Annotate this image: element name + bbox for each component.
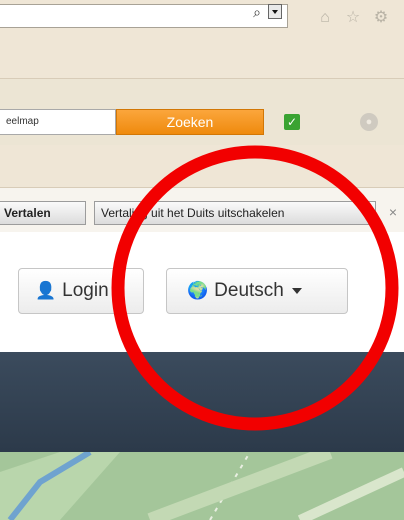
map-graphic (0, 452, 404, 520)
browser-address-row: ⌕ ⌂ ☆ ⚙ (0, 0, 404, 38)
star-icon[interactable]: ☆ (344, 9, 362, 27)
site-header: 👤 Login 🌍 Deutsch (0, 232, 404, 352)
browser-toolbar: eelmap Zoeken ✓ ● (0, 79, 404, 146)
hero-banner (0, 352, 404, 452)
translate-bar: Vertalen Vertaling uit het Duits uitscha… (0, 188, 404, 233)
home-icon[interactable]: ⌂ (316, 9, 334, 27)
globe-icon: 🌍 (187, 281, 209, 300)
login-button[interactable]: 👤 Login (18, 268, 144, 314)
close-icon[interactable]: × (386, 201, 400, 223)
address-dropdown-icon[interactable] (268, 4, 282, 19)
address-bar[interactable] (0, 4, 288, 28)
gear-icon[interactable]: ⚙ (372, 9, 390, 27)
toolbar-search-button[interactable]: Zoeken (116, 109, 264, 135)
language-dropdown-button[interactable]: 🌍 Deutsch (166, 268, 348, 314)
browser-tab-strip (0, 38, 404, 79)
disable-translation-button[interactable]: Vertaling uit het Duits uitschakelen (94, 201, 376, 225)
user-icon: 👤 (35, 281, 57, 300)
translate-button[interactable]: Vertalen (0, 201, 86, 225)
login-label: Login (62, 280, 109, 301)
map-area[interactable] (0, 452, 404, 520)
browser-bookmarks-strip (0, 145, 404, 188)
addon-icon[interactable]: ● (360, 113, 378, 131)
language-label: Deutsch (214, 280, 284, 301)
toolbar-search-input[interactable]: eelmap (0, 109, 116, 135)
check-icon[interactable]: ✓ (284, 114, 300, 130)
caret-down-icon (291, 287, 302, 294)
address-search-icon[interactable]: ⌕ (248, 4, 266, 20)
